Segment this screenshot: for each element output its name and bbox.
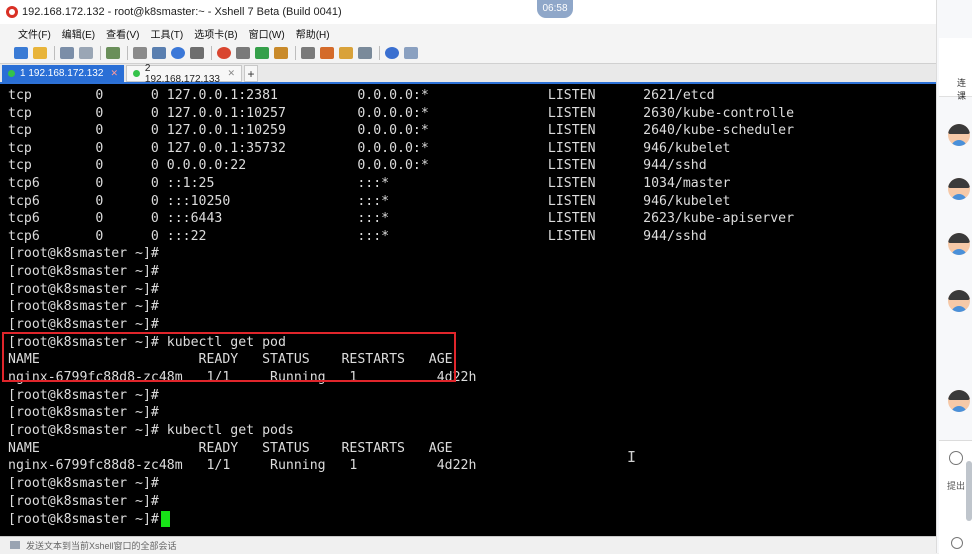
new-tab-button[interactable]: + — [244, 65, 258, 82]
lock-icon[interactable] — [274, 46, 288, 59]
participant-avatar[interactable] — [948, 124, 970, 146]
font-icon[interactable] — [190, 46, 204, 59]
text-cursor-icon: I — [627, 448, 637, 466]
side-panel-hint: 提出 — [947, 481, 966, 491]
participant-avatar[interactable] — [948, 233, 970, 255]
color-scheme-icon[interactable] — [171, 46, 185, 59]
terminal-line: [root@k8smaster ~]# kubectl get pods — [8, 423, 294, 438]
terminal-line: [root@k8smaster ~]# — [8, 512, 159, 527]
settings-icon[interactable] — [951, 537, 963, 549]
help-icon[interactable] — [385, 46, 399, 59]
terminal-line: NAME READY STATUS RESTARTS AGE — [8, 441, 453, 456]
send-text-icon[interactable] — [10, 541, 20, 549]
tunnel-icon[interactable] — [339, 46, 353, 59]
terminal-line: [root@k8smaster ~]# — [8, 299, 159, 314]
side-panel-title: 连课 — [957, 78, 967, 101]
clock-badge: 06:58 — [537, 0, 573, 18]
toolbar-separator — [295, 45, 296, 60]
terminal-line: [root@k8smaster ~]# — [8, 264, 159, 279]
toolbar-separator — [127, 45, 128, 60]
tab-label: 1 192.168.172.132 — [20, 68, 104, 79]
title-bar: 192.168.172.132 - root@k8smaster:~ - Xsh… — [0, 0, 936, 25]
terminal-line: nginx-6799fc88d8-zc48m 1/1 Running 1 4d2… — [8, 458, 477, 473]
connect-icon[interactable] — [60, 46, 74, 59]
terminal-area[interactable]: tcp 0 0 127.0.0.1:2381 0.0.0.0:* LISTEN … — [0, 84, 936, 536]
terminal-line: [root@k8smaster ~]# — [8, 246, 159, 261]
terminal-line: tcp 0 0 127.0.0.1:2381 0.0.0.0:* LISTEN … — [8, 88, 715, 103]
toolbar-separator — [54, 45, 55, 60]
participant-avatar[interactable] — [948, 390, 970, 412]
keyboard-icon[interactable] — [301, 46, 315, 59]
properties-icon[interactable] — [152, 46, 166, 59]
terminal-line: tcp6 0 0 :::6443 :::* LISTEN 2623/kube-a… — [8, 211, 795, 226]
close-tab-icon[interactable]: ✕ — [227, 68, 235, 79]
toolbar-separator — [379, 45, 380, 60]
emoji-icon[interactable] — [949, 451, 963, 465]
connected-status-icon — [133, 70, 140, 77]
toolbar-separator — [211, 45, 212, 60]
fullscreen-icon[interactable] — [255, 46, 269, 59]
terminal-line: tcp 0 0 127.0.0.1:10257 0.0.0.0:* LISTEN… — [8, 106, 795, 121]
reconnect-icon[interactable] — [106, 46, 120, 59]
terminal-line: tcp6 0 0 ::1:25 :::* LISTEN 1034/master — [8, 176, 731, 191]
terminal-cursor — [161, 511, 170, 527]
menu-help[interactable]: 帮助(H) — [296, 26, 330, 41]
menu-edit[interactable]: 编辑(E) — [62, 26, 95, 41]
status-bar: 发送文本到当前Xshell窗口的全部会话 — [0, 536, 936, 553]
connected-status-icon — [8, 70, 15, 77]
terminal-line: tcp 0 0 0.0.0.0:22 0.0.0.0:* LISTEN 944/… — [8, 158, 707, 173]
terminal-line: tcp6 0 0 :::22 :::* LISTEN 944/sshd — [8, 229, 707, 244]
menu-tools[interactable]: 工具(T) — [150, 26, 183, 41]
chat-icon[interactable] — [404, 46, 418, 59]
close-tab-icon[interactable]: ✕ — [110, 68, 118, 79]
menu-file[interactable]: 文件(F) — [18, 26, 51, 41]
find-icon[interactable] — [133, 46, 147, 59]
terminal-line: [root@k8smaster ~]# — [8, 494, 159, 509]
terminal-line: tcp 0 0 127.0.0.1:10259 0.0.0.0:* LISTEN… — [8, 123, 795, 138]
toolbar — [0, 42, 936, 64]
participant-avatar[interactable] — [948, 290, 970, 312]
terminal-line: [root@k8smaster ~]# — [8, 282, 159, 297]
status-text: 发送文本到当前Xshell窗口的全部会话 — [26, 540, 177, 551]
disconnect-icon[interactable] — [79, 46, 93, 59]
open-folder-icon[interactable] — [33, 46, 47, 59]
side-panel: 连课 提出 — [936, 0, 972, 554]
xagent-icon[interactable] — [236, 46, 250, 59]
terminal-line: [root@k8smaster ~]# — [8, 405, 159, 420]
terminal-line: [root@k8smaster ~]# — [8, 388, 159, 403]
terminal-line: tcp 0 0 127.0.0.1:35732 0.0.0.0:* LISTEN… — [8, 141, 731, 156]
script-icon[interactable] — [320, 46, 334, 59]
xshell-app-icon — [6, 6, 18, 18]
tab-label: 2 192.168.172.133 — [144, 62, 220, 85]
participant-avatar[interactable] — [948, 178, 970, 200]
side-panel-footer: 提出 — [939, 440, 972, 554]
menu-window[interactable]: 窗口(W) — [249, 26, 285, 41]
scrollbar[interactable] — [966, 461, 972, 521]
highlight-box — [2, 332, 456, 382]
terminal-line: tcp6 0 0 :::10250 :::* LISTEN 946/kubele… — [8, 194, 731, 209]
layout-icon[interactable] — [358, 46, 372, 59]
window-title: 192.168.172.132 - root@k8smaster:~ - Xsh… — [22, 6, 342, 18]
tab-session-2[interactable]: 2 192.168.172.133 ✕ — [126, 62, 242, 85]
menu-tabs[interactable]: 选项卡(B) — [194, 26, 237, 41]
toolbar-separator — [100, 45, 101, 60]
menu-bar: 文件(F) 编辑(E) 查看(V) 工具(T) 选项卡(B) 窗口(W) 帮助(… — [0, 24, 936, 42]
xftp-icon[interactable] — [217, 46, 231, 59]
menu-view[interactable]: 查看(V) — [106, 26, 139, 41]
tab-bar: 1 192.168.172.132 ✕ 2 192.168.172.133 ✕ … — [0, 62, 936, 85]
terminal-line: [root@k8smaster ~]# — [8, 476, 159, 491]
new-session-icon[interactable] — [14, 46, 28, 59]
side-panel-header: 连课 — [939, 38, 972, 101]
tab-session-1[interactable]: 1 192.168.172.132 ✕ — [2, 65, 124, 82]
terminal-line: [root@k8smaster ~]# — [8, 317, 159, 332]
